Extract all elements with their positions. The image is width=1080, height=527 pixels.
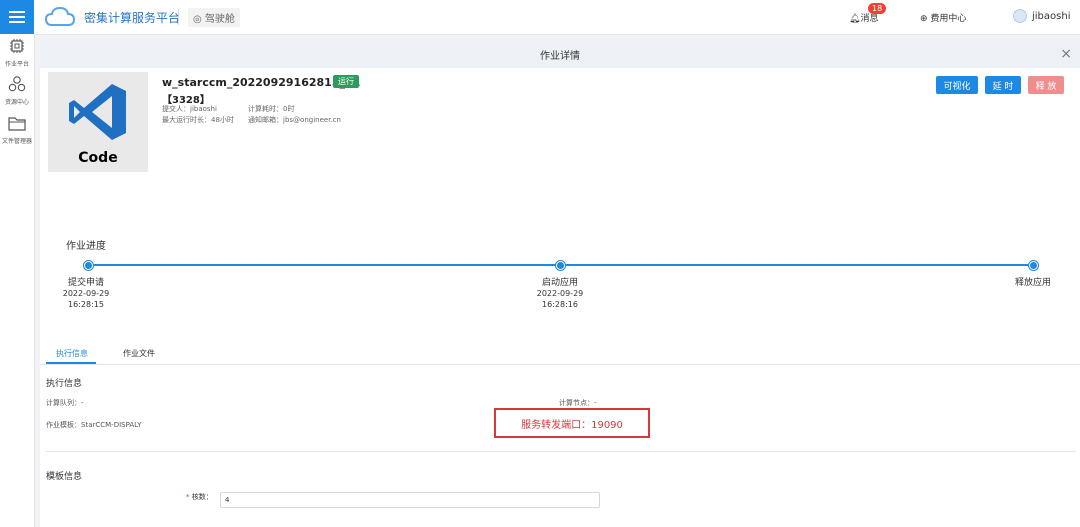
fee-center-link[interactable]: ⊕ 费用中心 — [920, 11, 966, 24]
delay-button[interactable]: 延 时 — [985, 76, 1021, 94]
submitter-label: 提交人： — [162, 105, 190, 113]
notify-email-label: 通知邮箱： — [248, 116, 283, 124]
cores-input[interactable] — [220, 492, 600, 508]
notify-email-field: 通知邮箱：jbs@ongineer.cn — [248, 115, 341, 125]
dashboard-icon: ◎ — [193, 14, 202, 25]
cores-label: 核数： — [191, 493, 213, 501]
node-label: 计算节点： — [559, 399, 594, 407]
exec-info-title: 执行信息 — [46, 379, 83, 389]
close-icon[interactable]: × — [1060, 46, 1072, 62]
progress-dot-start — [556, 261, 565, 270]
template-value: StarCCM-DISPALY — [81, 421, 142, 429]
template-info-title: 模板信息 — [46, 472, 83, 482]
max-runtime-label: 最大运行时长： — [162, 116, 211, 124]
job-detail-panel: 作业详情 × Code w_starccm_20220929162815_01 … — [40, 40, 1080, 527]
step-date: 2022-09-29 — [536, 289, 584, 298]
max-runtime-field: 最大运行时长：48小时 — [162, 115, 234, 125]
section-divider — [46, 451, 1076, 452]
sidebar-item-resource-center[interactable]: 资源中心 — [0, 76, 34, 106]
status-badge: 运行 — [333, 75, 359, 88]
queue-field: 计算队列：- — [46, 398, 84, 408]
service-port-highlight: 服务转发端口：19090 — [494, 408, 650, 438]
cockpit-label: 驾驶舱 — [204, 14, 235, 25]
compute-time-label: 计算耗时： — [248, 105, 283, 113]
sidebar-item-label: 文件管理器 — [1, 138, 32, 145]
queue-label: 计算队列： — [46, 399, 81, 407]
submitter-field: 提交人：jibaoshi — [162, 104, 217, 114]
tab-exec-info[interactable]: 执行信息 — [56, 348, 88, 359]
chip-icon — [10, 39, 24, 53]
menu-icon — [9, 11, 25, 23]
sidebar-item-label: 资源中心 — [4, 99, 29, 106]
compute-time-value: 0时 — [283, 105, 295, 113]
nodes-icon — [8, 76, 26, 92]
cloud-logo-icon — [44, 6, 76, 26]
progress-dot-release — [1029, 261, 1038, 270]
progress-title: 作业进度 — [66, 241, 106, 252]
node-value: - — [594, 399, 597, 407]
fee-icon: ⊕ — [920, 14, 928, 24]
progress-step-submit: 提交申请 2022-09-29 16:28:15 — [46, 275, 126, 310]
messages-label: 消息 — [860, 14, 879, 24]
hamburger-menu-button[interactable] — [0, 0, 34, 34]
tab-job-files[interactable]: 作业文件 — [123, 348, 155, 359]
job-name: w_starccm_20220929162815_01 — [162, 76, 361, 89]
fee-center-label: 费用中心 — [930, 14, 967, 24]
panel-header: 作业详情 × — [40, 40, 1080, 68]
required-mark: * — [186, 493, 190, 501]
vscode-logo-icon — [69, 84, 126, 140]
template-field: 作业模板：StarCCM-DISPALY — [46, 420, 141, 430]
compute-time-field: 计算耗时：0时 — [248, 104, 294, 114]
step-time: 16:28:15 — [68, 300, 104, 309]
submitter-value: jibaoshi — [190, 105, 217, 113]
platform-title: 密集计算服务平台 — [84, 11, 181, 25]
step-label: 提交申请 — [67, 278, 104, 288]
top-bar: 密集计算服务平台 ◎ 驾驶舱 🔔︎消息 18 ⊕ 费用中心 jibaoshi — [0, 0, 1080, 35]
sidebar-item-file-manager[interactable]: 文件管理器 — [0, 116, 34, 145]
progress-step-release: 释放应用 — [993, 275, 1073, 288]
app-thumbnail: Code — [48, 72, 148, 172]
bell-icon: 🔔︎ — [849, 14, 861, 24]
sidebar-item-label: 作业平台 — [4, 61, 29, 68]
active-tab-indicator — [46, 362, 96, 364]
panel-title: 作业详情 — [540, 50, 580, 62]
user-menu[interactable]: jibaoshi — [1013, 9, 1070, 23]
cores-label-row: * 核数： — [186, 492, 213, 502]
release-button[interactable]: 释 放 — [1028, 76, 1064, 94]
avatar — [1013, 9, 1027, 23]
header-divider — [178, 9, 179, 25]
step-date: 2022-09-29 — [62, 289, 110, 298]
messages-count-badge: 18 — [868, 3, 887, 14]
cockpit-button[interactable]: ◎ 驾驶舱 — [188, 8, 240, 27]
detail-tabs: 执行信息 作业文件 — [40, 340, 1080, 365]
step-label: 释放应用 — [1014, 278, 1051, 288]
progress-dot-submit — [84, 261, 93, 270]
folder-icon — [8, 117, 26, 131]
max-runtime-value: 48小时 — [211, 116, 234, 124]
left-sidebar: 作业平台 资源中心 文件管理器 — [0, 34, 35, 527]
thumbnail-label: Code — [78, 150, 118, 166]
node-field: 计算节点：- — [559, 398, 597, 408]
queue-value: - — [81, 399, 84, 407]
step-time: 16:28:16 — [542, 300, 578, 309]
notify-email-value: jbs@ongineer.cn — [283, 116, 341, 124]
sidebar-item-job-platform[interactable]: 作业平台 — [0, 38, 34, 68]
visualize-button[interactable]: 可视化 — [936, 76, 978, 94]
username: jibaoshi — [1032, 10, 1071, 22]
template-label: 作业模板： — [46, 421, 81, 429]
step-label: 启动应用 — [541, 278, 578, 288]
progress-step-start: 启动应用 2022-09-29 16:28:16 — [520, 275, 600, 310]
